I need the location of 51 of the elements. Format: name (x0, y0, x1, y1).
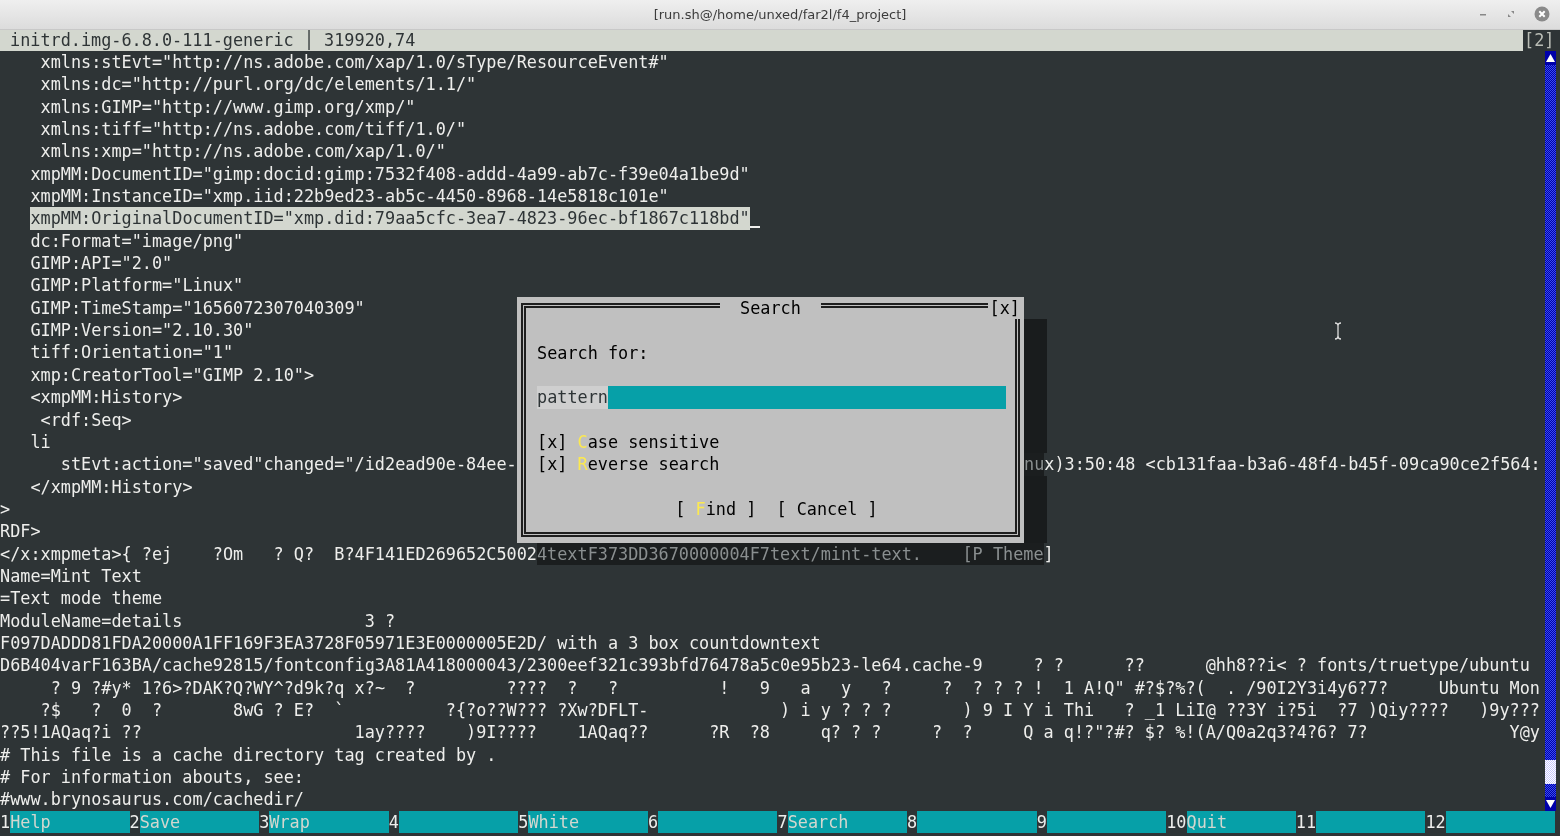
text-line: xmlns:tiff="http://ns.adobe.com/tiff/1.0/" (40, 118, 467, 141)
shadowed-text: nu (1024, 453, 1045, 476)
text-line: GIMP:API="2.0" (30, 252, 173, 275)
text-line: </xmpMM:History> (30, 475, 193, 498)
search-field[interactable]: pattern (537, 386, 1006, 409)
text-line: xmlns:xmp="http://ns.adobe.com/xap/1.0/" (40, 140, 446, 163)
text-line: li (30, 430, 51, 454)
file-position: 319920,74 (324, 30, 416, 51)
text-line: ??5!1AQaq?i ?? 1ay???? )9I???? 1AQaq?? ?R ?8 q? ? ? ? ? Q a q!?"?#? $? %!(A/Q0a2q3?4?6? 7? Y@y (0, 721, 1540, 744)
text-line: xmpMM:DocumentID="gimp:docid:gimp:7532f408-addd-4a99-ab7c-f39e04a1be9d" (30, 162, 750, 186)
checkbox-label[interactable]: Reverse search (577, 453, 720, 476)
text-line: ? 9 ?#y* 1?6>?DAK?Q?WY^?d9k?q x?~ ? ???? ? ? ! 9 a y ? ? ? ? ? ! 1 A!Q" #?$?%?( . /90I2Y3i4y6?7? Ubuntu Mon (50, 676, 1540, 699)
text-line: xmlns:stEvt="http://ns.adobe.com/xap/1.0/sType/ResourceEvent#" (40, 51, 669, 74)
text-line: GIMP:Platform="Linux" (30, 274, 244, 297)
text-line: # For information abouts, see: (0, 766, 304, 789)
shadowed-text: 4textF373DD3670000004F7text/mint-text. [P Theme (536, 542, 1044, 565)
text-line: ?$ ? 0 ? 8wG ? E? ` ?{?o??W??? ?Xw?DFLT- ) i y ? ? ? ) 9 I Y i Thi ? _1 LiI@ ??3Y i?5i ?7 )Qiy???? )9y??? (40, 698, 1540, 722)
dialog-button[interactable]: [ Find ] (675, 498, 757, 521)
text-line: F097DADDD81FDA20000A1FF169F3EA3728F05971E3E0000005E2D/ with a 3 box countdowntext (0, 631, 821, 655)
text-line: dc:Format="image/png" (30, 229, 244, 253)
text-line: <xmpMM:History> (30, 386, 183, 409)
text-line: stEvt:action="saved"changed="/id2ead90e-84ee- (60, 453, 517, 476)
dialog-close-button[interactable]: [x] (987, 297, 1022, 320)
text-line: RDF> (0, 520, 41, 543)
text-line: tiff:Orientation="1" (30, 341, 234, 364)
checkbox[interactable]: [x] (537, 453, 568, 476)
text-line: GIMP:Version="2.10.30" (30, 319, 254, 342)
text-line: </x:xmpmeta>{ ?ej ?Om ? Q? B?4F141ED269652C5002 (0, 542, 537, 565)
checkbox[interactable]: [x] (537, 431, 568, 454)
text-line: D6B404varF163BA/cache92815/fontconfig3A81A418000043/2300eef321c393bfd76478a5c0e95b23-le64.cache-9 ? ? ?? @hh8??i< ? fonts/truetype/ubuntu (0, 654, 1530, 677)
text-line: xmp:CreatorTool="GIMP 2.10"> (30, 363, 315, 387)
text-line: Name=Mint Text (0, 564, 142, 588)
text-line: ModuleName=details 3 ? (0, 609, 396, 632)
text-line: xmlns:GIMP="http://www.gimp.org/xmp/" (40, 95, 416, 119)
window-title: [run.sh@/home/unxed/far2l/f4_project] (653, 5, 907, 24)
text-line: > (0, 497, 11, 521)
text-line: xmpMM:InstanceID="xmp.iid:22b9ed23-ab5c-4450-8968-14e5818c101e" (30, 185, 669, 208)
text-line: # This file is a cache directory tag created by . (0, 743, 497, 766)
screen-number: [2] (1523, 30, 1555, 51)
text-line: ] (1043, 542, 1054, 565)
text-line: x)3:50:48 <cb131faa-b3a6-48f4-b45f-09ca90ce2f564: (1044, 453, 1541, 476)
file-name: initrd.img-6.8.0-111-generic (10, 30, 294, 51)
text-line: <rdf:Seq> (40, 408, 132, 431)
text-line: #www.brynosaurus.com/cachedir/ (0, 788, 304, 811)
dialog-button[interactable]: [ Cancel ] (776, 498, 878, 521)
text-line: GIMP:TimeStamp="1656072307040309" (30, 296, 365, 320)
separator-glyph: │ (303, 30, 314, 51)
text-line: xmlns:dc="http://purl.org/dc/elements/1.1/" (40, 73, 477, 96)
text-line: =Text mode theme (0, 587, 163, 610)
checkbox-label[interactable]: Case sensitive (577, 431, 720, 454)
search-label: Search for: (537, 341, 650, 365)
